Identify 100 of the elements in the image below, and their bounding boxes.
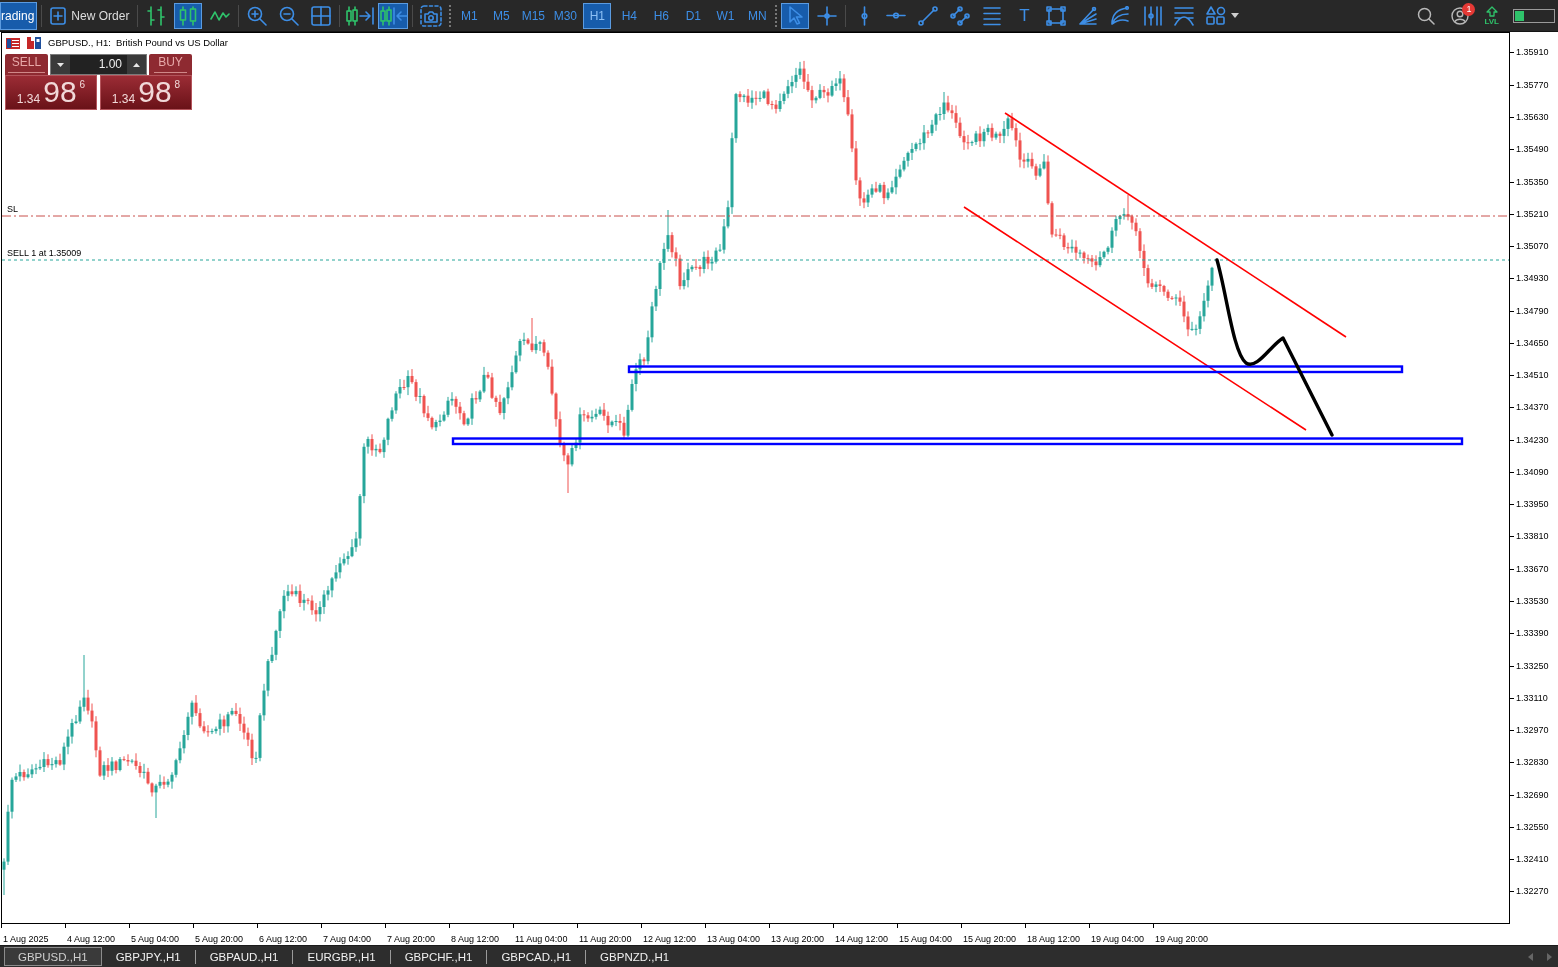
sell-button[interactable]: SELL <box>5 54 48 75</box>
scroll-left-button[interactable] <box>1528 952 1533 961</box>
lines-curve-icon <box>1174 5 1195 26</box>
price-label: 1.34930 <box>1516 273 1549 285</box>
grid-icon <box>311 5 332 26</box>
symbol-tab[interactable]: GBPJPY.,H1 <box>101 947 195 966</box>
order-label: SELL 1 at 1.35009 <box>7 248 82 259</box>
horizontal-line-icon <box>886 12 907 19</box>
fan-lines-icon <box>1078 5 1099 26</box>
zoom-out-icon <box>279 5 300 26</box>
price-label: 1.34090 <box>1516 466 1549 478</box>
price-label: 1.32690 <box>1516 789 1549 801</box>
stop-loss-label: SL <box>7 204 18 215</box>
up-arrow-icon <box>1485 5 1498 17</box>
symbol-tab[interactable]: GBPNZD.,H1 <box>586 947 684 966</box>
time-label: 8 Aug 12:00 <box>451 934 500 944</box>
price-label: 1.34510 <box>1516 370 1549 382</box>
price-label: 1.35910 <box>1516 47 1549 59</box>
time-label: 15 Aug 04:00 <box>899 934 953 944</box>
vertical-line-icon <box>860 5 868 26</box>
price-label: 1.33530 <box>1516 596 1549 607</box>
price-label: 1.35070 <box>1516 241 1549 253</box>
price-label: 1.32830 <box>1516 757 1549 769</box>
symbol-tab[interactable]: GBPAUD.,H1 <box>195 947 293 966</box>
arcs-icon <box>1110 5 1131 26</box>
caret-down-icon <box>57 62 64 67</box>
time-label: 7 Aug 20:00 <box>387 934 436 944</box>
crosshair-icon <box>817 5 838 26</box>
blocks-icon <box>27 37 41 49</box>
time-label: 12 Aug 12:00 <box>643 934 697 944</box>
timeframe-tab[interactable]: MN <box>743 2 772 29</box>
meter-icon <box>1513 8 1555 23</box>
time-label: 11 Aug 04:00 <box>515 934 568 944</box>
candle-chart-button[interactable] <box>174 2 203 29</box>
price-label: 1.32970 <box>1516 725 1549 737</box>
price-label: 1.34790 <box>1516 305 1549 317</box>
timeframe-tab[interactable]: M15 <box>519 2 548 29</box>
camera-icon <box>420 4 443 27</box>
lvl-button[interactable]: LVL <box>1480 1 1503 30</box>
time-label: 14 Aug 12:00 <box>835 934 889 944</box>
parallel-lines-icon <box>950 5 971 26</box>
time-label: 6 Aug 12:00 <box>259 934 308 944</box>
price-label: 1.35770 <box>1516 79 1549 91</box>
search-icon <box>1417 6 1436 25</box>
symbol-tab[interactable]: GBPCHF.,H1 <box>390 947 487 966</box>
account-button[interactable]: 1 <box>1446 2 1475 29</box>
timeframe-tab[interactable]: M1 <box>455 2 484 29</box>
price-label: 1.33250 <box>1516 660 1549 672</box>
timeframe-tab[interactable]: H6 <box>647 2 676 29</box>
price-label: 1.34370 <box>1516 402 1549 414</box>
time-label: 18 Aug 12:00 <box>1027 934 1081 944</box>
timeframe-tab[interactable]: H1 <box>583 2 612 29</box>
symbol-tab[interactable]: GBPUSD.,H1 <box>4 947 102 966</box>
cursor-icon <box>787 5 804 26</box>
document-plus-icon <box>50 6 67 25</box>
price-label: 1.32270 <box>1516 886 1549 898</box>
menu-tab[interactable]: rading <box>0 1 38 30</box>
price-label: 1.33950 <box>1516 499 1549 511</box>
chart-shift-button[interactable] <box>378 2 409 29</box>
time-label: 13 Aug 20:00 <box>771 934 825 944</box>
price-label: 1.32550 <box>1516 821 1549 833</box>
candles-right-arrow-icon <box>344 5 374 26</box>
left-triangle-icon <box>1528 952 1533 961</box>
price-label: 1.34650 <box>1516 337 1549 349</box>
cursor-button[interactable] <box>781 2 810 29</box>
volume-down-button[interactable] <box>51 55 70 74</box>
timeframe-tab[interactable]: W1 <box>711 2 740 29</box>
caret-down-icon <box>1231 13 1240 18</box>
symbol-tab[interactable]: GBPCAD.,H1 <box>487 947 586 966</box>
candlestick-icon <box>178 5 199 26</box>
price-label: 1.32410 <box>1516 854 1549 866</box>
price-label: 1.35630 <box>1516 112 1549 123</box>
rectangle-icon <box>1046 5 1067 26</box>
time-label: 5 Aug 20:00 <box>195 934 244 944</box>
price-label: 1.33670 <box>1516 563 1549 575</box>
symbol-tab[interactable]: EURGBP.,H1 <box>293 947 390 966</box>
timeframe-tab[interactable]: M5 <box>487 2 516 29</box>
volume-field[interactable]: 1.00 <box>70 55 127 74</box>
time-label: 15 Aug 20:00 <box>963 934 1017 944</box>
timeframe-tab[interactable]: D1 <box>679 2 708 29</box>
price-label: 1.33110 <box>1516 692 1548 704</box>
timeframe-tab[interactable]: M30 <box>551 2 580 29</box>
time-label: 7 Aug 04:00 <box>323 934 372 944</box>
candles-left-arrow-icon <box>378 5 408 26</box>
new-order-button[interactable]: New Order <box>46 2 134 29</box>
ohlc-bars-icon <box>146 5 167 26</box>
horizontal-lines-icon <box>982 5 1003 26</box>
list-icon <box>6 37 20 49</box>
time-label: 19 Aug 04:00 <box>1091 934 1145 944</box>
user-icon <box>1451 6 1470 25</box>
buy-button[interactable]: BUY <box>149 54 192 75</box>
zoom-in-icon <box>247 5 268 26</box>
scroll-right-button[interactable] <box>1547 952 1552 961</box>
price-label: 1.34230 <box>1516 434 1549 446</box>
volume-up-button[interactable] <box>127 55 146 74</box>
timeframe-tab[interactable]: H4 <box>615 2 644 29</box>
caret-up-icon <box>133 62 140 67</box>
time-label: 5 Aug 04:00 <box>131 934 180 944</box>
chart-title: GBPUSD., H1: British Pound vs US Dollar <box>48 37 229 49</box>
time-label: 4 Aug 12:00 <box>67 934 116 944</box>
